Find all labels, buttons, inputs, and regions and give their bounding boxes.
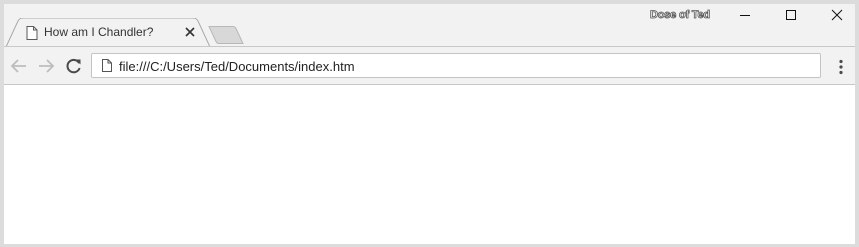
page-content[interactable] <box>4 84 855 244</box>
arrow-right-icon[interactable] <box>36 57 56 75</box>
close-window-button[interactable] <box>814 4 855 26</box>
toolbar: file:///C:/Users/Ted/Documents/index.htm <box>4 46 855 84</box>
new-tab-button[interactable] <box>208 26 244 44</box>
minimize-button[interactable] <box>722 4 768 26</box>
minimize-icon <box>740 15 750 16</box>
profile-name[interactable]: Dose of Ted <box>650 9 711 22</box>
url-text[interactable]: file:///C:/Users/Ted/Documents/index.htm <box>119 59 355 74</box>
kebab-menu-icon[interactable] <box>837 59 845 75</box>
page-icon <box>26 26 38 40</box>
close-icon[interactable] <box>184 26 196 38</box>
arrow-left-icon[interactable] <box>9 57 29 75</box>
address-bar[interactable]: file:///C:/Users/Ted/Documents/index.htm <box>91 53 821 78</box>
tab-active[interactable]: How am I Chandler? <box>6 18 211 47</box>
browser-window: How am I Chandler? Dose of Ted file:///C… <box>4 4 855 244</box>
title-bar: How am I Chandler? Dose of Ted <box>4 4 855 47</box>
tab-title: How am I Chandler? <box>44 25 154 39</box>
maximize-icon <box>786 10 796 20</box>
page-icon <box>102 59 112 72</box>
reload-icon[interactable] <box>64 57 84 75</box>
maximize-button[interactable] <box>768 4 814 26</box>
close-icon <box>831 9 843 21</box>
